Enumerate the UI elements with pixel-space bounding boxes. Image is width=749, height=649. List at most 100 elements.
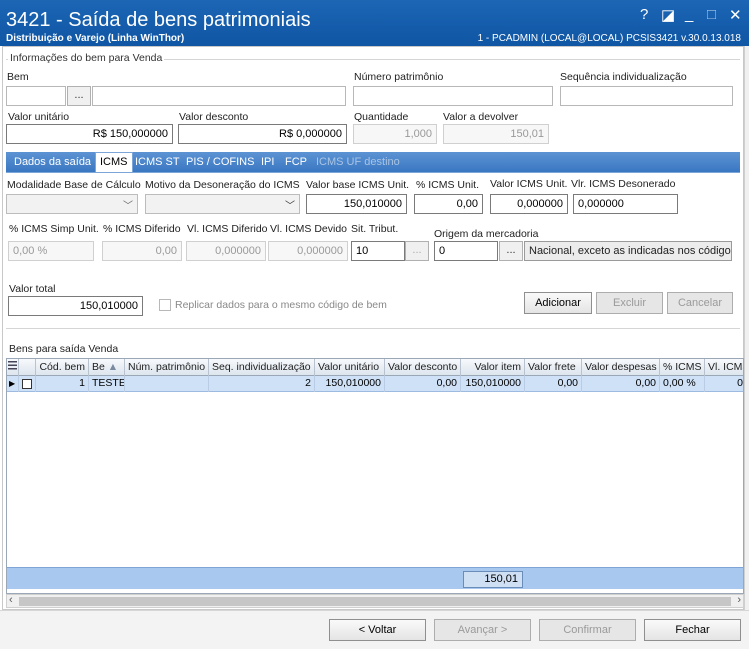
- diferido-vl-label: Vl. ICMS Diferido: [187, 223, 268, 235]
- motivo-select[interactable]: ﹀: [145, 194, 300, 214]
- pct-icms-label: % ICMS Unit.: [416, 179, 480, 191]
- valor-icms-label: Valor ICMS Unit.: [490, 178, 568, 190]
- motivo-label: Motivo da Desoneração do ICMS: [145, 179, 300, 191]
- voltar-button[interactable]: < Voltar: [329, 619, 426, 641]
- origem-code-input[interactable]: 0: [434, 241, 498, 261]
- cell-num-patrimonio: [125, 376, 209, 392]
- column-valor-item[interactable]: Valor item: [461, 359, 525, 376]
- cancelar-button: Cancelar: [667, 292, 733, 314]
- valor-devolver-label: Valor a devolver: [443, 111, 519, 123]
- valor-desconto-label: Valor desconto: [179, 111, 249, 123]
- grid-footer: 150,01: [7, 567, 743, 589]
- modalidade-label: Modalidade Base de Cálculo: [7, 179, 141, 191]
- sit-tribut-browse-button: ...: [405, 241, 429, 261]
- column-valor-frete[interactable]: Valor frete: [525, 359, 582, 376]
- cell-valor-despesas: 0,00: [582, 376, 660, 392]
- adicionar-button[interactable]: Adicionar: [524, 292, 592, 314]
- vertical-scrollbar[interactable]: [744, 46, 749, 610]
- valor-base-input[interactable]: 150,010000: [306, 194, 407, 214]
- origem-label: Origem da mercadoria: [434, 228, 539, 240]
- close-icon[interactable]: ✕: [729, 6, 742, 24]
- tab-icms-st[interactable]: ICMS ST: [131, 154, 184, 172]
- cell-vl-icms: 0: [705, 376, 743, 392]
- sequencia-input[interactable]: [560, 86, 733, 106]
- bem-label: Bem: [7, 71, 29, 83]
- valor-unitario-input[interactable]: R$ 150,000000: [6, 124, 173, 144]
- grid-header: Cód. bem Be ▲ Núm. patrimônio Seq. indiv…: [7, 359, 743, 376]
- column-seq-individualizacao[interactable]: Seq. individualização: [209, 359, 315, 376]
- cell-pct-icms: 0,00 %: [660, 376, 705, 392]
- valor-base-label: Valor base ICMS Unit.: [306, 179, 410, 191]
- modalidade-select[interactable]: ﹀: [6, 194, 138, 214]
- maximize-icon[interactable]: □: [707, 6, 716, 23]
- column-bem[interactable]: Be ▲: [89, 359, 125, 376]
- column-pct-icms[interactable]: % ICMS: [660, 359, 705, 376]
- column-valor-despesas[interactable]: Valor despesas: [582, 359, 660, 376]
- title-bar: 3421 - Saída de bens patrimoniais Distri…: [0, 0, 749, 46]
- cell-valor-unitario: 150,010000: [315, 376, 385, 392]
- valor-total-input[interactable]: 150,010000: [8, 296, 143, 316]
- origem-browse-button[interactable]: ...: [499, 241, 523, 261]
- sort-asc-icon: ▲: [107, 361, 119, 373]
- sit-tribut-input[interactable]: 10: [351, 241, 405, 261]
- row-indicator-icon: ▶: [7, 376, 19, 392]
- valor-unitario-label: Valor unitário: [8, 111, 70, 123]
- valor-desconto-input[interactable]: R$ 0,000000: [178, 124, 347, 144]
- window-subtitle: Distribuição e Varejo (Linha WinThor): [6, 33, 185, 44]
- replicar-label: Replicar dados para o mesmo código de be…: [175, 299, 387, 311]
- devido-input: 0,000000: [268, 241, 348, 261]
- numero-patrimonio-input[interactable]: [353, 86, 553, 106]
- tab-fcp[interactable]: FCP: [281, 154, 311, 172]
- diferido-pct-input: 0,00: [102, 241, 182, 261]
- devido-label: Vl. ICMS Devido: [270, 223, 348, 235]
- replicar-checkbox[interactable]: [159, 299, 171, 311]
- pct-icms-input[interactable]: 0,00: [414, 194, 483, 214]
- row-checkbox[interactable]: [19, 376, 36, 392]
- column-vl-icms[interactable]: Vl. ICMS: [705, 359, 743, 376]
- valor-total-label: Valor total: [9, 283, 56, 295]
- cell-valor-frete: 0,00: [525, 376, 582, 392]
- origem-description: Nacional, exceto as indicadas nos código…: [524, 241, 732, 261]
- diferido-vl-input: 0,000000: [186, 241, 266, 261]
- bens-grid[interactable]: Cód. bem Be ▲ Núm. patrimônio Seq. indiv…: [6, 358, 744, 594]
- fechar-button[interactable]: Fechar: [644, 619, 741, 641]
- icms-simp-input: 0,00 %: [8, 241, 94, 261]
- confirmar-button: Confirmar: [539, 619, 636, 641]
- cell-valor-item: 150,010000: [461, 376, 525, 392]
- cell-seq: 2: [209, 376, 315, 392]
- valor-devolver-input: 150,01: [443, 124, 549, 144]
- minimize-icon[interactable]: _: [685, 6, 693, 23]
- numero-label: Número patrimônio: [354, 71, 444, 83]
- scroll-left-icon[interactable]: ‹: [9, 594, 13, 606]
- table-row[interactable]: ▶ 1 TESTE 2 150,010000 0,00 150,010000 0…: [7, 376, 743, 392]
- wizard-footer: < Voltar Avançar > Confirmar Fechar: [0, 610, 749, 649]
- restore-icon[interactable]: ◪: [661, 6, 675, 24]
- grid-total: 150,01: [463, 571, 523, 588]
- excluir-button: Excluir: [596, 292, 663, 314]
- scroll-right-icon[interactable]: ›: [737, 594, 741, 606]
- bem-browse-button[interactable]: ...: [67, 86, 91, 106]
- chevron-down-icon: ﹀: [285, 201, 295, 212]
- column-valor-desconto[interactable]: Valor desconto: [385, 359, 461, 376]
- column-cod-bem[interactable]: Cód. bem: [36, 359, 89, 376]
- valor-icms-input[interactable]: 0,000000: [490, 194, 568, 214]
- help-icon[interactable]: ?: [640, 6, 648, 23]
- tab-underline: [6, 172, 740, 173]
- horizontal-scrollbar[interactable]: ‹ ›: [6, 594, 744, 608]
- column-num-patrimonio[interactable]: Núm. patrimônio: [125, 359, 209, 376]
- scroll-thumb[interactable]: [19, 597, 731, 606]
- column-valor-unitario[interactable]: Valor unitário: [315, 359, 385, 376]
- bem-code-input[interactable]: [6, 86, 66, 106]
- tab-icms[interactable]: ICMS: [95, 152, 133, 172]
- grid-title: Bens para saída Venda: [9, 343, 119, 355]
- grid-divider: [6, 328, 740, 329]
- tab-pis-cofins[interactable]: PIS / COFINS: [182, 154, 258, 172]
- bem-description-input[interactable]: [92, 86, 346, 106]
- grid-menu-icon[interactable]: [7, 359, 19, 376]
- window-title: 3421 - Saída de bens patrimoniais: [6, 9, 311, 31]
- cell-valor-desconto: 0,00: [385, 376, 461, 392]
- tab-dados-saida[interactable]: Dados da saída: [10, 154, 95, 172]
- tab-ipi[interactable]: IPI: [257, 154, 278, 172]
- tab-strip: Dados da saída ICMS ICMS ST PIS / COFINS…: [6, 152, 740, 172]
- vlr-desonerado-input[interactable]: 0,000000: [573, 194, 678, 214]
